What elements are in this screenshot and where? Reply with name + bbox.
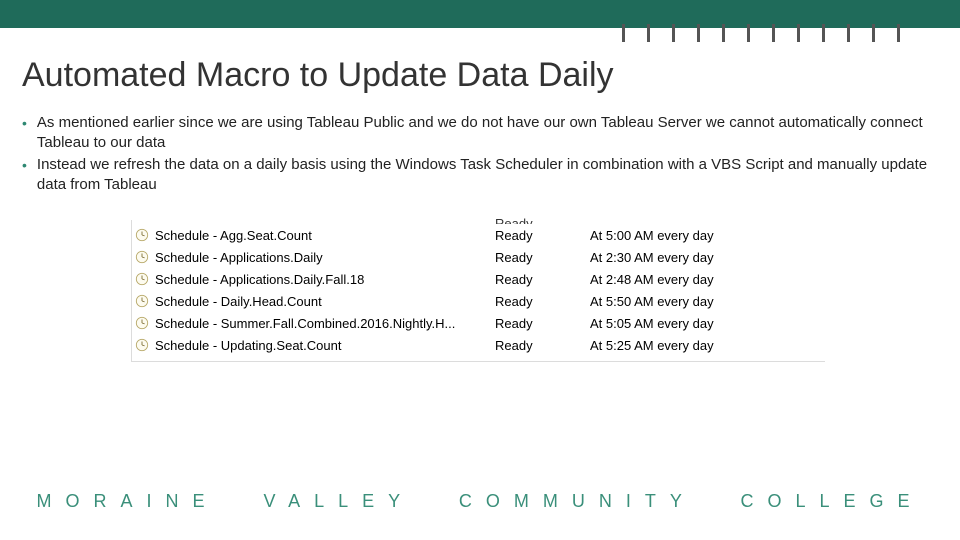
bullet-marker: •	[22, 155, 27, 175]
task-row: Schedule - Summer.Fall.Combined.2016.Nig…	[135, 312, 825, 334]
task-status: Ready	[495, 228, 590, 243]
clock-icon	[135, 272, 149, 286]
task-name: Schedule - Applications.Daily.Fall.18	[155, 272, 364, 287]
task-row: Schedule - Applications.Daily.Fall.18 Re…	[135, 268, 825, 290]
task-trigger: At 5:00 AM every day	[590, 228, 825, 243]
task-name: Schedule - Applications.Daily	[155, 250, 323, 265]
footer-text: MORAINE VALLEY COMMUNITY COLLEGE	[0, 491, 960, 512]
task-trigger: At 5:05 AM every day	[590, 316, 825, 331]
clock-icon	[135, 338, 149, 352]
task-row-partial: Ready	[135, 214, 825, 224]
task-row: Schedule - Updating.Seat.Count Ready At …	[135, 334, 825, 356]
task-name: Schedule - Summer.Fall.Combined.2016.Nig…	[155, 316, 455, 331]
bullet-item: • As mentioned earlier since we are usin…	[22, 113, 938, 153]
decorative-ticks	[622, 24, 900, 42]
bullet-marker: •	[22, 113, 27, 133]
task-trigger: At 2:30 AM every day	[590, 250, 825, 265]
bullet-text: As mentioned earlier since we are using …	[37, 113, 938, 153]
clock-icon	[135, 294, 149, 308]
clock-icon	[135, 316, 149, 330]
task-scheduler-screenshot: Ready Schedule - Agg.Seat.Count Ready At…	[135, 213, 825, 356]
bullet-list: • As mentioned earlier since we are usin…	[0, 105, 960, 195]
task-name: Schedule - Daily.Head.Count	[155, 294, 322, 309]
task-status: Ready	[495, 294, 590, 309]
bullet-item: • Instead we refresh the data on a daily…	[22, 155, 938, 195]
task-row: Schedule - Agg.Seat.Count Ready At 5:00 …	[135, 224, 825, 246]
task-trigger: At 2:48 AM every day	[590, 272, 825, 287]
bullet-text: Instead we refresh the data on a daily b…	[37, 155, 938, 195]
task-trigger: At 5:50 AM every day	[590, 294, 825, 309]
task-name: Schedule - Agg.Seat.Count	[155, 228, 312, 243]
task-name: Schedule - Updating.Seat.Count	[155, 338, 341, 353]
task-status: Ready	[495, 272, 590, 287]
task-status: Ready	[495, 316, 590, 331]
divider-vertical	[131, 220, 132, 362]
task-status: Ready	[495, 216, 590, 224]
task-row: Schedule - Applications.Daily Ready At 2…	[135, 246, 825, 268]
task-status: Ready	[495, 250, 590, 265]
divider-horizontal	[131, 361, 825, 362]
task-trigger: At 5:25 AM every day	[590, 338, 825, 353]
clock-icon	[135, 250, 149, 264]
clock-icon	[135, 228, 149, 242]
task-status: Ready	[495, 338, 590, 353]
task-row: Schedule - Daily.Head.Count Ready At 5:5…	[135, 290, 825, 312]
